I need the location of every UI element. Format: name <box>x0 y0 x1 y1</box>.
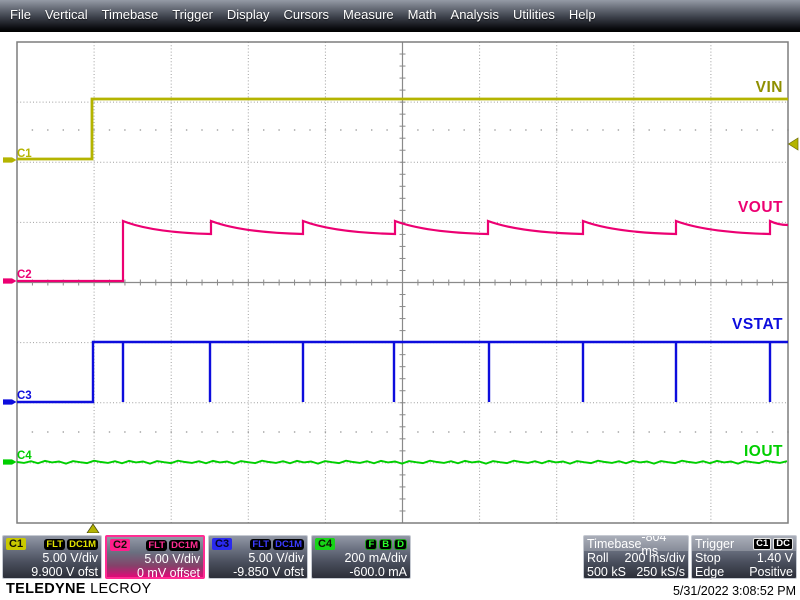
timebase-samples: 500 kS <box>587 565 626 579</box>
c4-badge: C4 <box>315 538 336 550</box>
timebase-panel[interactable]: Timebase -804 ms Roll 200 ms/div 500 kS … <box>583 535 689 579</box>
menu-utilities[interactable]: Utilities <box>513 7 555 22</box>
channel-descriptor-c2[interactable]: C2 FLT DC1M 5.00 V/div 0 mV offset <box>105 535 205 579</box>
trace-label-iout: IOUT <box>744 443 783 460</box>
svg-text:C2: C2 <box>17 269 32 281</box>
menu-vertical[interactable]: Vertical <box>45 7 88 22</box>
trigger-coupling-badge: DC <box>773 537 793 550</box>
trigger-title: Trigger <box>695 536 735 551</box>
menu-timebase[interactable]: Timebase <box>102 7 159 22</box>
c3-scale: 5.00 V/div <box>248 551 304 565</box>
menu-measure[interactable]: Measure <box>343 7 394 22</box>
menu-trigger[interactable]: Trigger <box>172 7 213 22</box>
c2-badge: C2 <box>110 539 131 551</box>
c3-offset: -9.850 V ofst <box>233 565 304 579</box>
timebase-title: Timebase <box>587 536 642 551</box>
menu-help[interactable]: Help <box>569 7 596 22</box>
trigger-type: Edge <box>695 565 725 579</box>
c3-coupling-badge: DC1M <box>273 538 304 550</box>
c2-scale: 5.00 V/div <box>144 552 200 566</box>
menu-cursors[interactable]: Cursors <box>284 7 330 22</box>
waveform-display: C1 C2 C3 C4 VIN VOUT VSTAT IOUT <box>3 41 799 533</box>
menu-display[interactable]: Display <box>227 7 270 22</box>
trigger-level-arrow[interactable] <box>787 137 799 151</box>
c4-d-badge: D <box>394 538 407 550</box>
c4-f-badge: F <box>365 538 378 550</box>
teledyne-lecroy-logo: TELEDYNE LECROY <box>6 581 152 597</box>
brand-lecroy: LECROY <box>90 581 152 597</box>
trace-label-vout: VOUT <box>738 199 783 216</box>
c1-offset: 9.900 V ofst <box>31 565 98 579</box>
channel-descriptor-c4[interactable]: C4 F B D 200 mA/div -600.0 mA <box>311 535 411 579</box>
c2-coupling-badge: DC1M <box>169 539 200 551</box>
trace-label-vin: VIN <box>756 79 783 96</box>
c4-scale: 200 mA/div <box>344 551 407 565</box>
datetime: 5/31/2022 3:08:52 PM <box>672 584 796 598</box>
c1-badge: C1 <box>6 538 27 550</box>
c2-filter-badge: FLT <box>146 539 168 551</box>
menu-bar: File Vertical Timebase Trigger Display C… <box>0 0 800 32</box>
c1-scale: 5.00 V/div <box>42 551 98 565</box>
timebase-mode: Roll <box>587 551 609 565</box>
timebase-rate: 250 kS/s <box>636 565 685 579</box>
trigger-mode: Stop <box>695 551 721 565</box>
trigger-slope: Positive <box>749 565 793 579</box>
menu-file[interactable]: File <box>10 7 31 22</box>
trigger-position-arrow[interactable] <box>86 523 100 533</box>
trigger-source-badge: C1 <box>753 537 772 550</box>
trigger-level: 1.40 V <box>756 551 793 565</box>
svg-text:C1: C1 <box>17 148 32 160</box>
c1-filter-badge: FLT <box>44 538 66 550</box>
c2-offset: 0 mV offset <box>137 566 200 579</box>
svg-text:C3: C3 <box>17 390 32 402</box>
channel-descriptor-c1[interactable]: C1 FLT DC1M 5.00 V/div 9.900 V ofst <box>2 535 102 579</box>
c4-b-badge: B <box>379 538 393 550</box>
svg-text:C4: C4 <box>17 450 32 462</box>
channel-descriptor-c3[interactable]: C3 FLT DC1M 5.00 V/div -9.850 V ofst <box>208 535 308 579</box>
menu-math[interactable]: Math <box>408 7 437 22</box>
brand-teledyne: TELEDYNE <box>6 581 86 597</box>
trigger-panel[interactable]: Trigger C1 DC Stop 1.40 V Edge Positive <box>691 535 797 579</box>
trace-label-vstat: VSTAT <box>732 316 783 333</box>
c3-badge: C3 <box>212 538 233 550</box>
timebase-scale: 200 ms/div <box>624 551 685 565</box>
oscilloscope-screen: File Vertical Timebase Trigger Display C… <box>0 0 800 600</box>
c4-offset: -600.0 mA <box>349 565 407 579</box>
c3-filter-badge: FLT <box>250 538 272 550</box>
menu-analysis[interactable]: Analysis <box>451 7 499 22</box>
c1-coupling-badge: DC1M <box>67 538 98 550</box>
